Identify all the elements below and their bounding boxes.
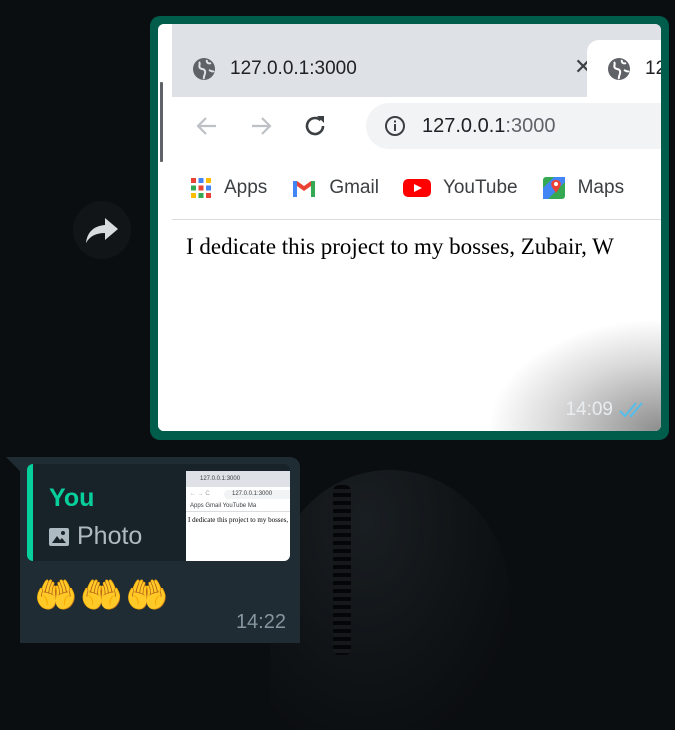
- browser-tab-bar: 127.0.0.1:3000 ✕ 12: [172, 24, 661, 97]
- image-message-bubble[interactable]: 127.0.0.1:3000 ✕ 12 127.0.0.1:3000 Apps …: [150, 16, 669, 440]
- browser-tab-1: 127.0.0.1:3000 ✕: [192, 40, 592, 97]
- page-text: I dedicate this project to my bosses, Zu…: [186, 234, 614, 259]
- info-icon: [385, 116, 405, 136]
- photo-icon: [49, 527, 69, 546]
- bookmark-gmail: Gmail: [291, 177, 379, 199]
- thumb-address: 127.0.0.1:3000: [232, 491, 273, 497]
- thumb-tab-title: 127.0.0.1:3000: [200, 476, 241, 482]
- address-text: 127.0.0.1:3000: [422, 114, 556, 137]
- quote-accent-bar: [27, 464, 33, 561]
- address-bar: 127.0.0.1:3000: [366, 103, 661, 149]
- back-arrow-icon: [196, 117, 216, 135]
- double-check-icon: [619, 402, 643, 418]
- forward-icon: [86, 218, 118, 243]
- background-shape: [270, 470, 510, 730]
- quote-author: You: [49, 484, 95, 512]
- quote-thumbnail: 127.0.0.1:3000 127.0.0.1:3000 ← → C Apps…: [186, 471, 290, 561]
- reply-message-bubble[interactable]: You Photo 127.0.0.1:3000 127.0.0.1:3000 …: [20, 457, 300, 643]
- gmail-icon: [293, 181, 316, 197]
- maps-icon: [542, 177, 565, 199]
- tab-title: 127.0.0.1:3000: [230, 57, 357, 79]
- quote-type: Photo: [49, 522, 142, 551]
- thumb-page-text: I dedicate this project to my bosses, Zu…: [188, 516, 290, 524]
- quoted-message[interactable]: You Photo 127.0.0.1:3000 127.0.0.1:3000 …: [27, 464, 290, 561]
- thumb-bookmarks: Apps Gmail YouTube Ma: [190, 503, 257, 509]
- bookmark-apps: Apps: [190, 177, 267, 199]
- tab-title: 12: [645, 57, 661, 79]
- globe-icon: [608, 57, 630, 80]
- message-time: 14:22: [235, 611, 286, 633]
- thumb-nav-icons: ← → C: [190, 491, 210, 497]
- message-time: 14:09: [565, 399, 613, 420]
- bubble-tail: [6, 457, 20, 471]
- reload-icon: [305, 116, 325, 136]
- browser-tab-2: 12: [587, 40, 661, 97]
- forward-arrow-icon: [252, 117, 272, 135]
- youtube-icon: [402, 179, 431, 197]
- image-left-edge: [158, 24, 173, 431]
- background-stripe: [333, 485, 351, 655]
- apps-grid-icon: [191, 178, 211, 198]
- browser-toolbar: 127.0.0.1:3000: [172, 97, 661, 157]
- bookmark-maps: Maps: [542, 176, 624, 200]
- bookmark-youtube: YouTube: [402, 177, 518, 199]
- bookmarks-bar: Apps Gmail YouTube Maps: [172, 157, 661, 220]
- forward-button[interactable]: [73, 201, 131, 259]
- message-text: 🤲🤲🤲: [34, 576, 171, 615]
- globe-icon: [193, 57, 215, 80]
- screenshot-image[interactable]: 127.0.0.1:3000 ✕ 12 127.0.0.1:3000 Apps …: [158, 24, 661, 431]
